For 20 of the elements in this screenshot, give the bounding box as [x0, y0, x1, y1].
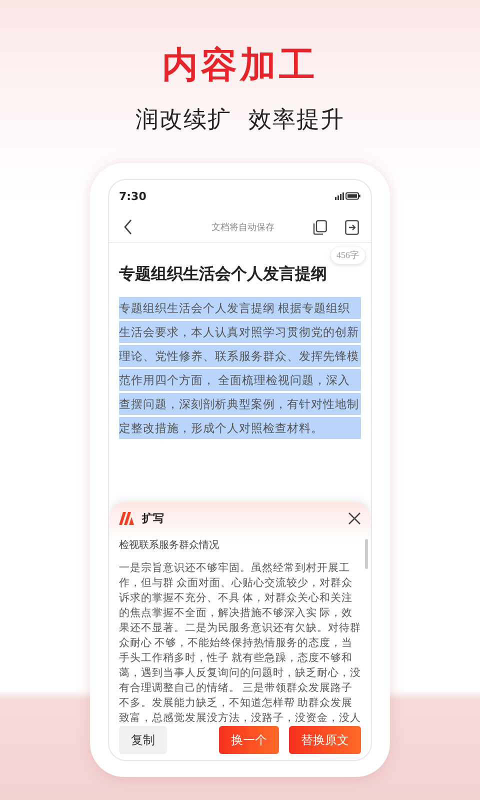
- scrollbar[interactable]: [365, 539, 368, 569]
- copy-button[interactable]: 复制: [119, 726, 167, 754]
- expanded-text: 一是宗旨意识还不够牢固。虽然经常到村开展工作，但与群 众面对面、心贴心交流较少，对群众诉求的掌握不充分、不具 体，对群众关心和关注的焦点掌握不全面，解决措施不够深入实 际，效果还不显著。二是为民服务意识还有欠缺。对待群众耐心 不够，不能始终保持热情服务的态度，当手头工作稍多时，性子 就有些急躁，态度不够和蔼，遇到当事人反复询问的问题时，缺乏耐心，没有合理调整自己的情绪。 三是带领群众发展路子不多。发展能力缺乏，不知道怎样帮 助群众发展致富，总感觉发展没方法，没路子，没资金，没人: [119, 561, 361, 726]
- subheadline: 润改续扩 效率提升: [136, 106, 344, 135]
- word-count-badge: 456字: [330, 247, 365, 264]
- close-icon[interactable]: [348, 512, 361, 525]
- action-button[interactable]: 换一个: [219, 726, 279, 754]
- back-icon[interactable]: [123, 219, 133, 235]
- action-button[interactable]: 替换原文: [289, 726, 361, 754]
- autosave-label: 文档将自动保存: [210, 220, 276, 234]
- copy-icon[interactable]: [313, 220, 327, 234]
- signal-battery-icon: [335, 192, 361, 200]
- status-time: 7:30: [119, 190, 146, 202]
- logo-icon: [119, 512, 134, 525]
- panel-title: 扩写: [142, 512, 165, 526]
- export-icon[interactable]: [345, 220, 359, 234]
- headline: 内容加工: [161, 44, 319, 88]
- document-text: 专题组织生活会个人发言提纲 根据专题组织生活会要求，本人认真对照学习贯彻党的创新理论、党性修养、联系服务群众、发挥先锋模范作用四个方面， 全面梳理检视问题，深入查摆问题，深刻剖析典型案例，有针对性地制定整改措施，形成个人对照检查材料。: [119, 297, 361, 441]
- document-title: 专题组织生活会个人发言提纲: [119, 264, 327, 285]
- panel-subtitle: 检视联系服务群众情况: [119, 539, 220, 553]
